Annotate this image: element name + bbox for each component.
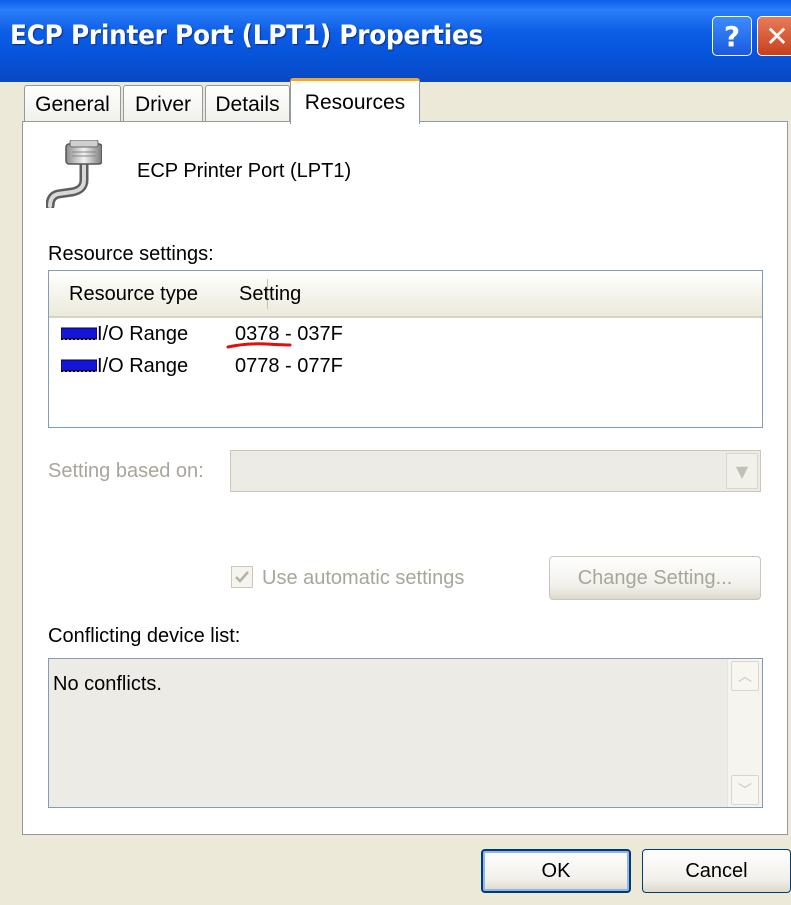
chevron-down-icon: ﹀ xyxy=(738,783,752,799)
title-bar[interactable]: ECP Printer Port (LPT1) Properties ? ✕ xyxy=(0,0,791,82)
resource-type: I/O Range xyxy=(97,355,189,377)
resource-type: I/O Range xyxy=(97,323,189,345)
tab-resources[interactable]: Resources xyxy=(290,78,420,124)
scroll-down-button[interactable]: ﹀ xyxy=(731,775,759,805)
ok-label: OK xyxy=(541,859,571,882)
conflicting-device-list-label: Conflicting device list: xyxy=(48,625,241,647)
cancel-label: Cancel xyxy=(685,859,748,882)
tab-general[interactable]: General xyxy=(24,85,121,123)
conflicts-text: No conflicts. xyxy=(53,673,162,695)
conflicting-device-list[interactable]: No conflicts. ︿ ﹀ xyxy=(48,658,763,808)
tab-details[interactable]: Details xyxy=(205,85,290,123)
scroll-up-button[interactable]: ︿ xyxy=(731,661,759,691)
help-icon: ? xyxy=(723,19,741,53)
checkmark-icon xyxy=(235,571,249,583)
change-setting-button[interactable]: Change Setting... xyxy=(549,556,761,600)
use-automatic-settings-checkbox[interactable] xyxy=(231,566,253,588)
tab-label: Details xyxy=(215,92,280,116)
column-resource-type[interactable]: Resource type xyxy=(69,283,198,306)
device-name: ECP Printer Port (LPT1) xyxy=(137,160,352,182)
memory-chip-icon xyxy=(61,327,97,340)
close-icon: ✕ xyxy=(765,19,789,53)
setting-based-on-label: Setting based on: xyxy=(48,460,204,482)
resource-row[interactable]: I/O Range 0378 - 037F xyxy=(59,319,749,349)
resource-settings-label: Resource settings: xyxy=(48,243,214,265)
chevron-up-icon: ︿ xyxy=(738,669,752,685)
tab-label: General xyxy=(35,92,110,116)
use-automatic-settings-label[interactable]: Use automatic settings xyxy=(262,567,464,590)
resource-setting: 0778 - 077F xyxy=(235,355,343,377)
chevron-down-icon[interactable]: ▼ xyxy=(726,453,758,489)
column-setting[interactable]: Setting xyxy=(239,283,301,306)
tab-label: Resources xyxy=(304,90,406,114)
memory-chip-icon xyxy=(61,359,97,372)
cancel-button[interactable]: Cancel xyxy=(642,849,791,893)
printer-port-icon xyxy=(46,140,102,208)
ok-button[interactable]: OK xyxy=(481,849,631,893)
scrollbar[interactable]: ︿ ﹀ xyxy=(727,659,762,807)
change-setting-label: Change Setting... xyxy=(577,566,733,589)
resource-row[interactable]: I/O Range 0778 - 077F xyxy=(59,351,749,381)
window-title: ECP Printer Port (LPT1) Properties xyxy=(10,20,484,51)
tab-driver[interactable]: Driver xyxy=(123,85,203,123)
red-underline-annotation xyxy=(226,342,292,349)
tab-label: Driver xyxy=(135,92,191,116)
help-button[interactable]: ? xyxy=(712,16,752,56)
resource-list[interactable]: Resource type Setting I/O Range 0378 - 0… xyxy=(48,270,763,428)
close-button[interactable]: ✕ xyxy=(757,16,791,56)
list-header: Resource type Setting xyxy=(49,271,762,318)
setting-based-on-dropdown[interactable]: ▼ xyxy=(230,450,761,492)
